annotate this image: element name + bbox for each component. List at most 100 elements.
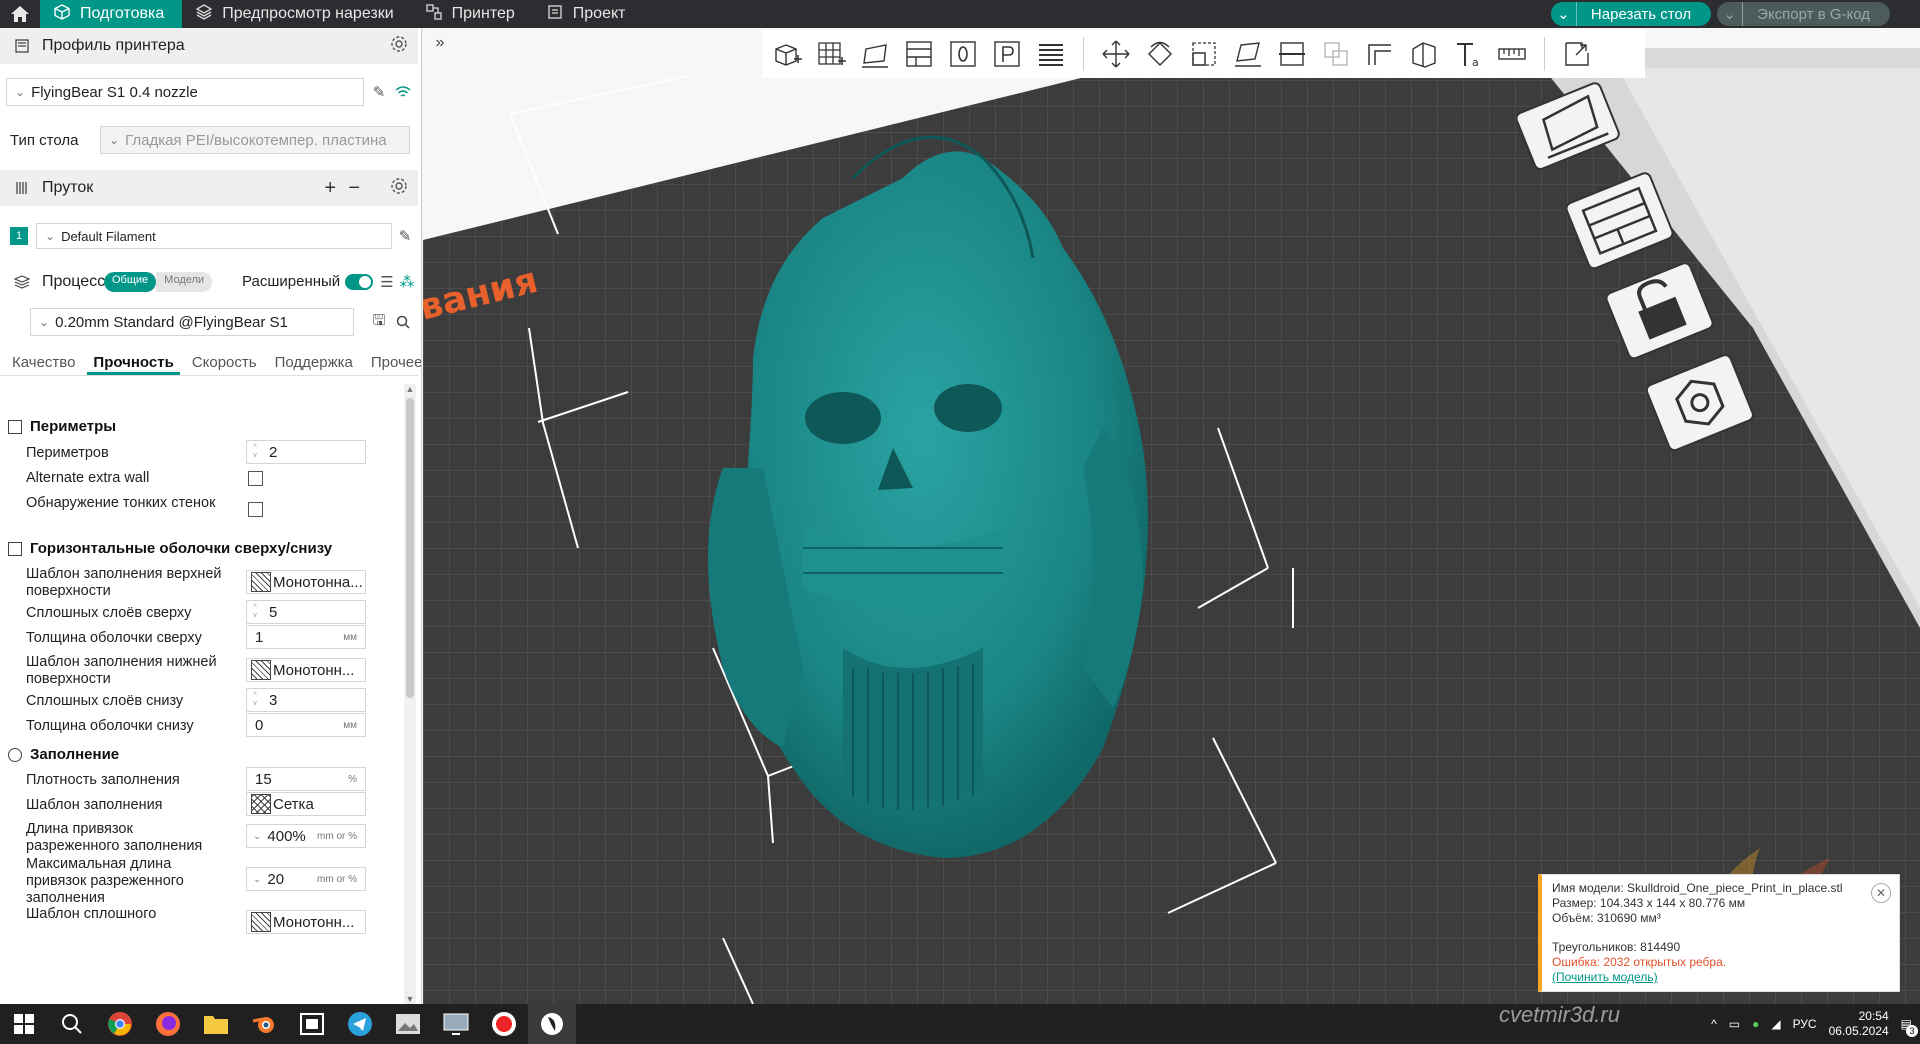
chevron-up-icon[interactable]: ^: [1711, 1017, 1717, 1031]
3d-viewport[interactable]: вания » a Имя модели: Skulldroid_One_pie…: [423, 28, 1920, 1004]
tab-strength[interactable]: Прочность: [87, 348, 180, 375]
move-icon[interactable]: [1098, 36, 1134, 72]
search-icon[interactable]: [394, 313, 412, 331]
layers-list-icon[interactable]: [1033, 36, 1069, 72]
plate-p-icon[interactable]: [989, 36, 1025, 72]
top-thickness-input[interactable]: 1 мм: [246, 625, 366, 649]
plate-arrange-icon[interactable]: [1565, 171, 1675, 270]
tab-prepare[interactable]: Подготовка: [40, 0, 183, 28]
clock[interactable]: 20:54 06.05.2024: [1829, 1009, 1889, 1039]
boolean-icon[interactable]: [1318, 36, 1354, 72]
close-icon[interactable]: ✕: [1871, 883, 1891, 903]
slice-plate-button[interactable]: ⌄ Нарезать стол: [1550, 2, 1712, 26]
monitor-icon[interactable]: [432, 1004, 480, 1044]
settings-scrollbar[interactable]: ▲ ▼: [404, 384, 416, 1004]
chrome-icon[interactable]: [96, 1004, 144, 1044]
tab-speed[interactable]: Скорость: [186, 348, 263, 375]
lay-on-face-icon[interactable]: [1230, 36, 1266, 72]
infill-pattern-select[interactable]: Сетка: [246, 792, 366, 816]
export-gcode-button[interactable]: ⌄ Экспорт в G-код: [1717, 2, 1890, 26]
top-pattern-select[interactable]: Монотонна...: [246, 570, 366, 594]
pill-global[interactable]: Общие: [104, 272, 157, 292]
seam-paint-icon[interactable]: [1406, 36, 1442, 72]
density-input[interactable]: 15 %: [246, 767, 366, 791]
assembly-view-icon[interactable]: [1559, 36, 1595, 72]
edit-icon[interactable]: ✎: [396, 227, 414, 245]
scale-icon[interactable]: [1186, 36, 1222, 72]
record-icon[interactable]: [480, 1004, 528, 1044]
stepper-icon[interactable]: ^ v: [247, 441, 263, 463]
arrange-icon[interactable]: [901, 36, 937, 72]
chevron-down-icon[interactable]: ⌄: [253, 874, 261, 885]
notification-icon[interactable]: ▤ 3: [1901, 1017, 1918, 1037]
app-window-icon[interactable]: [288, 1004, 336, 1044]
tab-others[interactable]: Прочее: [365, 348, 421, 375]
add-plate-icon[interactable]: [813, 36, 849, 72]
gallery-icon[interactable]: [384, 1004, 432, 1044]
plate-auto-orient-icon[interactable]: [1515, 81, 1621, 170]
advanced-toggle[interactable]: [345, 274, 373, 290]
walls-group-header[interactable]: Периметры: [8, 418, 116, 435]
filament-select[interactable]: ⌄ Default Filament: [36, 223, 392, 249]
bottom-layers-input[interactable]: ^ v 3: [246, 688, 366, 712]
tab-project[interactable]: Проект: [533, 0, 644, 28]
anchor-length-input[interactable]: ⌄ 400% mm or %: [246, 824, 366, 848]
network-icon[interactable]: ▭: [1729, 1017, 1740, 1031]
walls-input[interactable]: ^ v 2: [246, 440, 366, 464]
repair-model-link[interactable]: (Починить модель): [1552, 970, 1889, 985]
printer-select[interactable]: ⌄ FlyingBear S1 0.4 nozzle: [6, 78, 364, 106]
orca-slicer-icon[interactable]: [528, 1004, 576, 1044]
top-layers-input[interactable]: ^ v 5: [246, 600, 366, 624]
pill-objects[interactable]: Модели: [156, 272, 213, 292]
support-paint-icon[interactable]: [1362, 36, 1398, 72]
tab-quality[interactable]: Качество: [6, 348, 81, 375]
chevron-down-icon[interactable]: ⌄: [253, 831, 261, 842]
telegram-icon[interactable]: [336, 1004, 384, 1044]
chevron-down-icon[interactable]: ⌄: [1717, 2, 1744, 26]
language-indicator[interactable]: РУС: [1793, 1017, 1817, 1031]
scrollbar-thumb[interactable]: [406, 398, 414, 698]
wifi-icon[interactable]: [394, 83, 412, 101]
process-select[interactable]: ⌄ 0.20mm Standard @FlyingBear S1: [30, 308, 354, 336]
add-object-icon[interactable]: [769, 36, 805, 72]
alt-wall-checkbox[interactable]: [248, 471, 263, 486]
auto-orient-icon[interactable]: [857, 36, 893, 72]
stepper-icon[interactable]: ^ v: [247, 689, 263, 711]
scroll-down-icon[interactable]: ▼: [404, 994, 416, 1004]
process-scope-switch[interactable]: Общие Модели: [104, 272, 213, 292]
home-icon[interactable]: [0, 0, 40, 28]
list-icon[interactable]: ☰: [378, 273, 396, 291]
gear-icon[interactable]: [390, 177, 408, 200]
cut-icon[interactable]: [1274, 36, 1310, 72]
plus-icon[interactable]: +: [324, 177, 336, 200]
gear-icon[interactable]: [390, 35, 408, 58]
search-icon[interactable]: [48, 1004, 96, 1044]
edit-icon[interactable]: ✎: [370, 83, 388, 101]
save-icon[interactable]: 🖫: [370, 312, 388, 331]
plate-lock-icon[interactable]: [1605, 261, 1715, 360]
chevron-down-icon[interactable]: ⌄: [1551, 2, 1577, 26]
minus-icon[interactable]: −: [348, 177, 360, 200]
anchor-max-input[interactable]: ⌄ 20 mm or %: [246, 867, 366, 891]
solid-pattern-select[interactable]: Монотонн...: [246, 910, 366, 934]
thin-wall-checkbox[interactable]: [248, 502, 263, 517]
text-icon[interactable]: a: [1450, 36, 1486, 72]
collapse-sidebar-icon[interactable]: »: [429, 32, 451, 54]
compare-icon[interactable]: ⁂: [398, 273, 416, 291]
file-explorer-icon[interactable]: [192, 1004, 240, 1044]
windows-start-icon[interactable]: [0, 1004, 48, 1044]
shells-group-header[interactable]: Горизонтальные оболочки сверху/снизу: [8, 540, 332, 557]
stepper-icon[interactable]: ^ v: [247, 601, 263, 623]
bottom-pattern-select[interactable]: Монотонн...: [246, 658, 366, 682]
scroll-up-icon[interactable]: ▲: [404, 384, 416, 394]
bed-type-select[interactable]: ⌄ Гладкая PEI/высокотемпер. пластина: [100, 126, 410, 154]
plate-settings-icon[interactable]: [1645, 353, 1755, 452]
measure-icon[interactable]: [1494, 36, 1530, 72]
rotate-icon[interactable]: [1142, 36, 1178, 72]
plate-zero-icon[interactable]: [945, 36, 981, 72]
infill-group-header[interactable]: Заполнение: [8, 746, 119, 763]
bottom-thickness-input[interactable]: 0 мм: [246, 713, 366, 737]
shield-icon[interactable]: ●: [1752, 1017, 1759, 1031]
tab-support[interactable]: Поддержка: [269, 348, 359, 375]
tab-preview[interactable]: Предпросмотр нарезки: [182, 0, 411, 28]
